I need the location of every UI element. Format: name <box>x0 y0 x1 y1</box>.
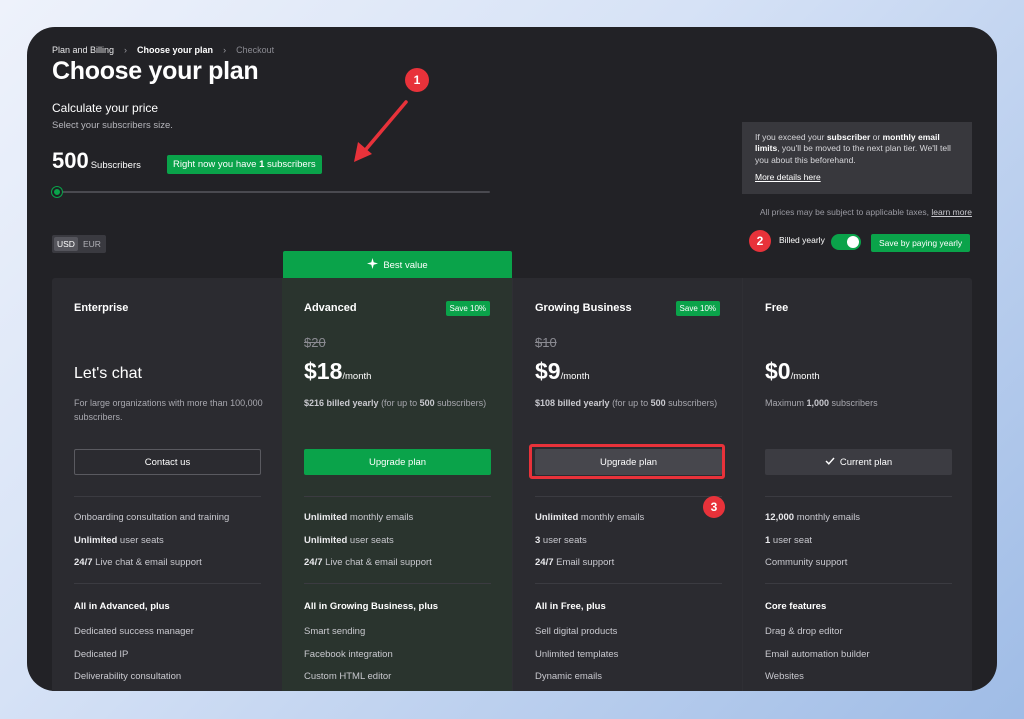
plan-price: $18/month <box>304 358 372 384</box>
breadcrumb-chevron-icon: › <box>223 45 227 55</box>
feature-item: Unlimited user seats <box>74 535 164 546</box>
plan-name: Enterprise <box>74 302 129 314</box>
breadcrumb: Plan and Billing › Choose your plan › Ch… <box>52 45 274 55</box>
annotation-3: 3 <box>703 496 725 518</box>
plan-description: $216 billed yearly (for up to 500 subscr… <box>304 398 487 408</box>
save-yearly-pill: Save by paying yearly <box>871 234 971 252</box>
feature-item: Email automation builder <box>765 649 870 660</box>
best-value-banner: Best value <box>283 251 512 279</box>
learn-more-link[interactable]: learn more <box>931 207 972 217</box>
feature-item: Unlimited user seats <box>304 535 394 546</box>
subscriber-count-label: Subscribers <box>90 160 141 171</box>
plan-advanced: Advanced Save 10% $20 $18/month $216 bil… <box>282 278 512 691</box>
divider <box>765 496 952 497</box>
plan-free: Free $0/month Maximum 1,000 subscribers … <box>742 278 972 691</box>
feature-item: 24/7 Live chat & email support <box>304 557 432 568</box>
feature-item: Drag & drop editor <box>765 626 843 637</box>
plan-enterprise: Enterprise Let's chat For large organiza… <box>52 278 282 691</box>
feature-item: Community support <box>765 557 848 568</box>
feature-item: 24/7 Email support <box>535 557 615 568</box>
feature-item: Unlimited monthly emails <box>304 512 414 523</box>
calculator-title: Calculate your price <box>52 101 159 115</box>
subscriber-count: 500 Subscribers <box>52 148 141 174</box>
current-subscribers-pill: Right now you have 1 subscribers <box>167 155 322 174</box>
feature-heading: All in Free, plus <box>535 601 606 612</box>
pricing-window: Plan and Billing › Choose your plan › Ch… <box>27 27 997 691</box>
subscriber-slider-track[interactable] <box>54 191 490 193</box>
plan-name: Growing Business <box>535 302 632 314</box>
old-price: $20 <box>304 335 326 350</box>
annotation-highlight-box <box>529 444 725 479</box>
plan-description: $108 billed yearly (for up to 500 subscr… <box>535 398 718 408</box>
annotation-1: 1 <box>405 68 429 92</box>
divider <box>304 496 491 497</box>
page-title: Choose your plan <box>52 57 259 85</box>
breadcrumb-chevron-icon: › <box>124 45 128 55</box>
feature-heading: All in Advanced, plus <box>74 601 170 612</box>
upgrade-plan-button[interactable]: Upgrade plan <box>304 449 491 475</box>
subscriber-slider-handle[interactable] <box>52 187 62 197</box>
breadcrumb-plan-billing[interactable]: Plan and Billing <box>52 45 114 55</box>
currency-eur[interactable]: EUR <box>80 237 104 251</box>
more-details-link[interactable]: More details here <box>755 172 959 183</box>
feature-item: Unlimited templates <box>535 649 619 660</box>
feature-heading: Core features <box>765 601 827 612</box>
feature-item: Dedicated IP <box>74 649 129 660</box>
billed-yearly-label: Billed yearly <box>779 235 825 245</box>
divider <box>74 496 261 497</box>
feature-item: Facebook integration <box>304 649 393 660</box>
plan-headline: Let's chat <box>74 365 142 382</box>
feature-item: Onboarding consultation and training <box>74 512 230 523</box>
divider <box>535 496 722 497</box>
plan-name: Free <box>765 302 789 314</box>
annotation-arrow-icon <box>354 100 408 162</box>
plan-description: For large organizations with more than 1… <box>74 398 263 422</box>
feature-heading: All in Growing Business, plus <box>304 601 439 612</box>
divider <box>74 583 261 584</box>
divider <box>304 583 491 584</box>
sparkle-icon <box>367 258 379 272</box>
feature-item: Dynamic emails <box>535 671 603 682</box>
feature-item: Sell digital products <box>535 626 618 637</box>
feature-item: 24/7 Live chat & email support <box>74 557 202 568</box>
save-badge: Save 10% <box>445 301 490 316</box>
subscriber-count-value: 500 <box>52 148 89 173</box>
feature-item: 1 user seat <box>765 535 813 546</box>
plan-price: $9/month <box>535 358 590 384</box>
tax-note: All prices may be subject to applicable … <box>759 207 972 217</box>
feature-item: 3 user seats <box>535 535 587 546</box>
current-plan-button[interactable]: Current plan <box>765 449 952 475</box>
check-icon <box>825 457 835 468</box>
feature-item: Unlimited monthly emails <box>535 512 645 523</box>
feature-item: Websites <box>765 671 804 682</box>
feature-item: Deliverability consultation <box>74 671 182 682</box>
currency-switch[interactable]: USD EUR <box>52 235 106 253</box>
plan-name: Advanced <box>304 302 357 314</box>
calculator-subtitle: Select your subscribers size. <box>52 120 173 131</box>
feature-item: 12,000 monthly emails <box>765 512 861 523</box>
currency-usd[interactable]: USD <box>54 237 78 251</box>
feature-item: Smart sending <box>304 626 366 637</box>
plans-container: Enterprise Let's chat For large organiza… <box>52 278 972 691</box>
tier-info-box: If you exceed your subscriber or monthly… <box>742 122 972 194</box>
plan-description: Maximum 1,000 subscribers <box>765 398 878 408</box>
plan-price: $0/month <box>765 358 820 384</box>
breadcrumb-checkout: Checkout <box>236 45 275 55</box>
divider <box>765 583 952 584</box>
old-price: $10 <box>535 335 557 350</box>
feature-item: Custom HTML editor <box>304 671 392 682</box>
feature-item: Dedicated success manager <box>74 626 194 637</box>
billed-yearly-toggle[interactable] <box>831 234 861 250</box>
breadcrumb-choose-plan: Choose your plan <box>137 45 214 55</box>
plan-growing-business: Growing Business Save 10% $10 $9/month $… <box>512 278 742 691</box>
annotation-2: 2 <box>749 230 771 252</box>
contact-us-button[interactable]: Contact us <box>74 449 261 475</box>
divider <box>535 583 722 584</box>
save-badge: Save 10% <box>675 301 720 316</box>
